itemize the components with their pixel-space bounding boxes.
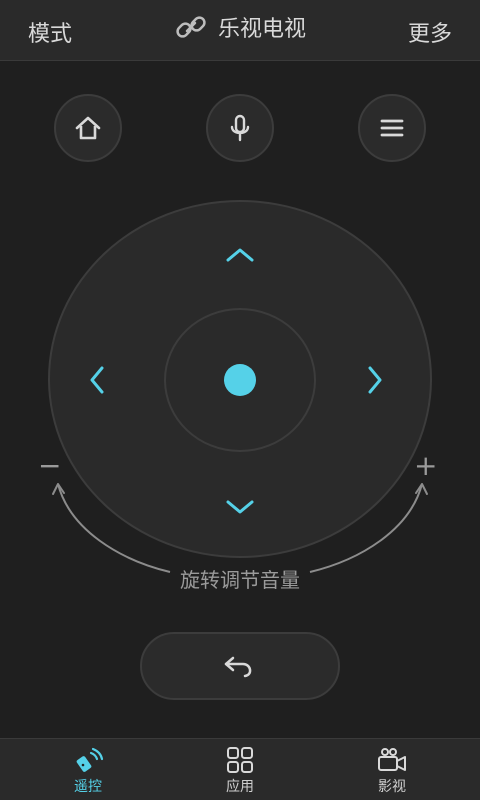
- back-button[interactable]: [140, 632, 340, 700]
- video-camera-icon: [378, 748, 406, 771]
- tab-video-label: 影视: [378, 779, 406, 795]
- remote-control-app: 模式 乐视电视 更多 − + 旋转调节音量 遥控 应用 影视: [0, 0, 480, 800]
- volume-hint-label: 旋转调节音量: [180, 568, 300, 592]
- tab-remote-label: 遥控: [74, 779, 102, 795]
- tab-remote[interactable]: 遥控: [28, 743, 148, 800]
- bottom-navigation: 遥控 应用 影视: [0, 738, 480, 800]
- tab-apps[interactable]: 应用: [180, 743, 300, 800]
- volume-minus-symbol[interactable]: −: [38, 452, 61, 480]
- remote-icon: [76, 747, 104, 772]
- volume-plus-symbol[interactable]: +: [414, 452, 437, 480]
- tab-video[interactable]: 影视: [332, 743, 452, 800]
- back-arrow-icon: [224, 656, 252, 678]
- apps-grid-icon: [227, 747, 253, 773]
- tab-apps-label: 应用: [226, 779, 254, 795]
